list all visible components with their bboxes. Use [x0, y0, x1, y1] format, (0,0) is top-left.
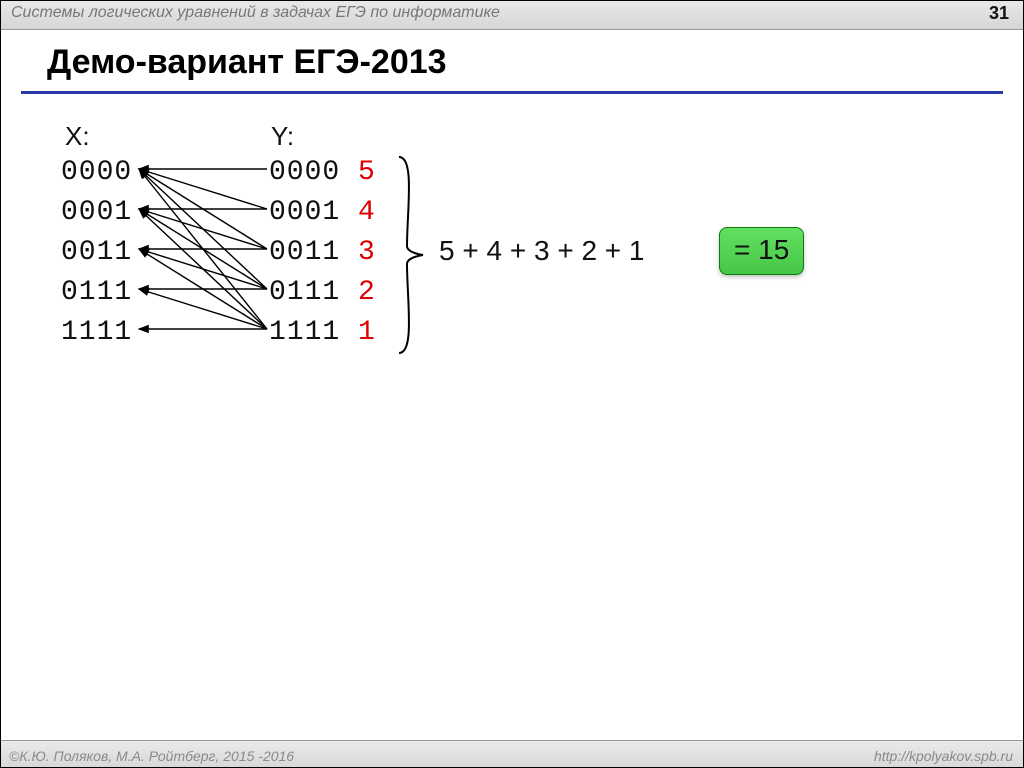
slide: Системы логических уравнений в задачах Е…: [0, 0, 1024, 768]
sum-expression: 5 + 4 + 3 + 2 + 1: [439, 235, 645, 267]
x-row: 0111: [61, 273, 132, 313]
header-title: Системы логических уравнений в задачах Е…: [11, 4, 500, 22]
sum-result-badge: = 15: [719, 227, 804, 275]
footer-bar: ©К.Ю. Поляков, М.А. Ройтберг, 2015 -2016…: [1, 740, 1023, 767]
y-row: 0001 4: [269, 193, 376, 233]
top-bar: Системы логических уравнений в задачах Е…: [1, 1, 1023, 30]
curly-brace: [393, 151, 429, 361]
x-row: 0000: [61, 153, 132, 193]
x-row: 0011: [61, 233, 132, 273]
y-row: 0011 3: [269, 233, 376, 273]
x-column-label: X:: [65, 121, 90, 152]
arrows-diagram: [129, 153, 289, 363]
page-number: 31: [989, 3, 1009, 24]
footer-copyright: ©К.Ю. Поляков, М.А. Ройтберг, 2015 -2016: [9, 748, 294, 764]
title-underline: [21, 91, 1003, 94]
y-row: 1111 1: [269, 313, 376, 353]
x-column: 00000001001101111111: [61, 153, 132, 353]
y-row: 0111 2: [269, 273, 376, 313]
y-column: 0000 50001 40011 30111 21111 1: [269, 153, 376, 353]
x-row: 1111: [61, 313, 132, 353]
y-row: 0000 5: [269, 153, 376, 193]
footer-url: http://kpolyakov.spb.ru: [874, 748, 1013, 764]
slide-title: Демо-вариант ЕГЭ-2013: [47, 43, 447, 82]
y-column-label: Y:: [271, 121, 294, 152]
x-row: 0001: [61, 193, 132, 233]
